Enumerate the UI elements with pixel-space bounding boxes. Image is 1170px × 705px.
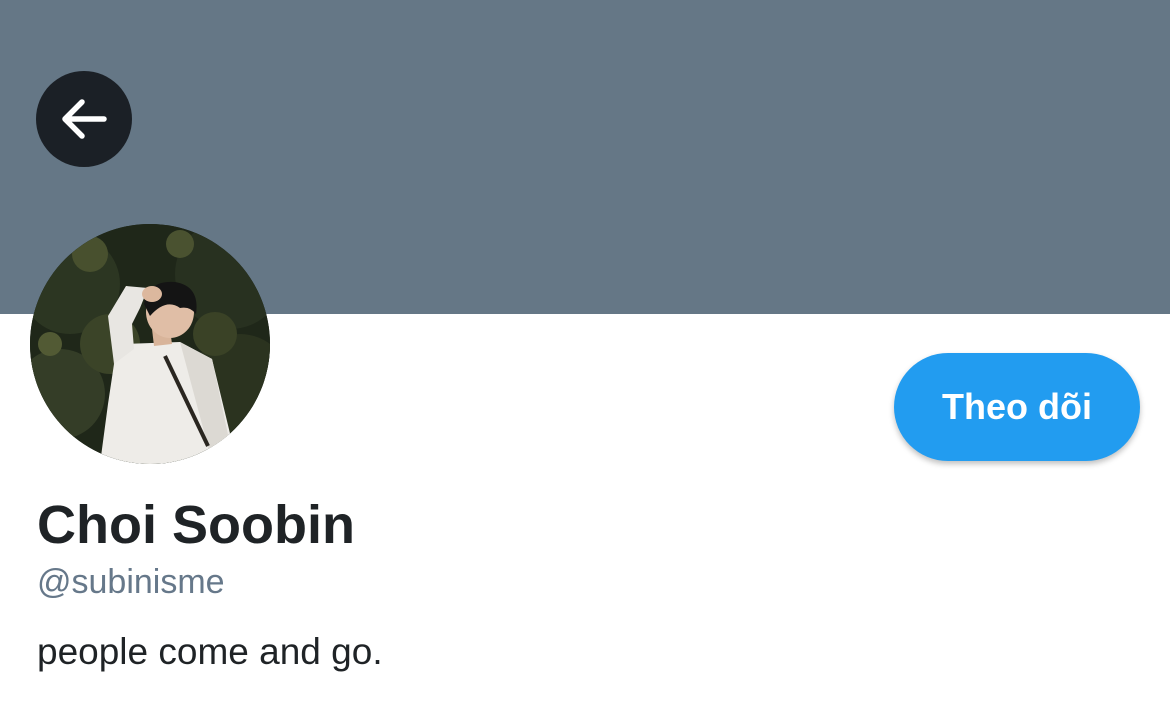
avatar-photo [30,224,270,464]
avatar[interactable] [30,224,270,464]
profile-page: Theo dõi Choi Soobin @subinisme people c… [0,0,1170,705]
profile-display-name: Choi Soobin [37,495,355,555]
profile-handle: @subinisme [37,563,225,601]
arrow-left-icon [62,99,107,139]
back-button[interactable] [36,71,132,167]
profile-bio: people come and go. [37,631,383,672]
follow-button[interactable]: Theo dõi [894,353,1140,461]
